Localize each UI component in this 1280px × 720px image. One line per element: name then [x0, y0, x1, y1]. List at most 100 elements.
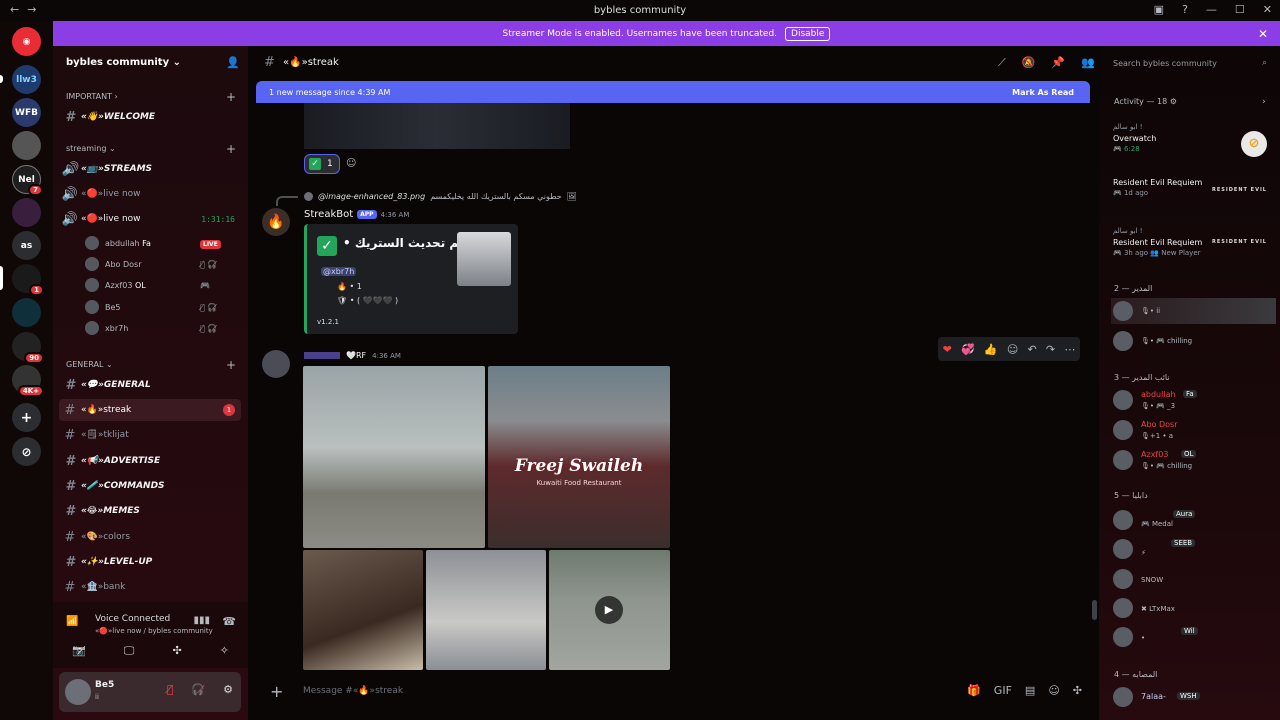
- photo-attachment[interactable]: [303, 366, 485, 548]
- member-item[interactable]: abdullah Fa 🎙• 🎮 _3: [1111, 387, 1276, 413]
- window-controls[interactable]: ▣ ? — ☐ ✕: [1154, 3, 1272, 16]
- server-icon[interactable]: [12, 131, 41, 160]
- heart-sparkle-icon[interactable]: 💞: [961, 343, 975, 356]
- channel-colors[interactable]: # «🎨»colors: [59, 526, 241, 548]
- member-item[interactable]: Wil •: [1111, 624, 1276, 650]
- member-item[interactable]: 🎙• ii: [1111, 298, 1276, 324]
- mute-icon[interactable]: 🎙̸: [167, 683, 174, 696]
- channel-live-now-active[interactable]: 🔊 «🔴»live now 1:31:16: [59, 208, 241, 230]
- new-messages-bar[interactable]: 1 new message since 4:39 AM Mark As Read: [256, 81, 1090, 103]
- discord-home-icon[interactable]: ◉: [12, 27, 41, 56]
- disconnect-icon[interactable]: ☎: [222, 615, 236, 628]
- maximize-icon[interactable]: ☐: [1235, 3, 1245, 16]
- photo-attachment[interactable]: [303, 550, 423, 670]
- channel-level-up[interactable]: # «✨»LEVEL-UP: [59, 551, 241, 573]
- inbox-icon[interactable]: ▣: [1154, 3, 1164, 16]
- soundboard-icon[interactable]: ✧: [220, 644, 229, 658]
- close-icon[interactable]: ✕: [1258, 27, 1268, 41]
- notifications-icon[interactable]: 🔕: [1022, 56, 1036, 70]
- pin-icon[interactable]: 📌: [1051, 56, 1065, 70]
- channel-tklijat[interactable]: # «🗒»tklijat: [59, 424, 241, 446]
- mention[interactable]: @xbr7h: [321, 267, 357, 276]
- reply-preview[interactable]: @image-enhanced_83.png حطوني مسكم بالستر…: [304, 192, 577, 201]
- voice-connected-subtitle[interactable]: «🔴»live now / bybles community: [95, 627, 213, 635]
- more-icon[interactable]: ⋯: [1064, 343, 1075, 356]
- emoji-icon[interactable]: ☺: [1048, 684, 1059, 697]
- threads-icon[interactable]: ⟋: [998, 56, 1006, 70]
- member-item[interactable]: Abo Dosr 🎙+1 • a: [1111, 417, 1276, 443]
- category-streaming[interactable]: streaming ⌄ +: [66, 142, 236, 156]
- embed-thumbnail[interactable]: [457, 232, 511, 286]
- forward-icon[interactable]: ↷: [1046, 343, 1055, 356]
- activity-card[interactable]: ابو سالم ! Resident Evil Requiem 🎮 3h ag…: [1113, 227, 1273, 257]
- server-icon[interactable]: 4K+: [12, 365, 44, 397]
- guild-name[interactable]: bybles community ⌄: [66, 57, 181, 68]
- member-item[interactable]: SNOW: [1111, 566, 1276, 592]
- member-item[interactable]: SEEB ⚡: [1111, 536, 1276, 562]
- channel-streak[interactable]: # «🔥»streak 1: [59, 399, 241, 421]
- bot-avatar[interactable]: 🔥: [262, 208, 290, 236]
- help-icon[interactable]: ?: [1182, 3, 1188, 16]
- channel-streams[interactable]: 🔊 «📺»STREAMS: [59, 158, 241, 180]
- voice-user[interactable]: Azxf03 OL 🎮: [85, 275, 210, 295]
- add-server-icon[interactable]: +: [12, 403, 41, 432]
- gift-icon[interactable]: 🎁: [967, 684, 981, 697]
- member-item[interactable]: 7alaa- WSH: [1111, 684, 1276, 710]
- server-icon[interactable]: [12, 298, 41, 327]
- play-icon[interactable]: ▶: [595, 596, 623, 624]
- member-item[interactable]: Aura 🎮 Medal: [1111, 507, 1276, 533]
- mark-as-read-button[interactable]: Mark As Read: [1012, 88, 1074, 97]
- server-icon[interactable]: [12, 198, 41, 227]
- member-list-icon[interactable]: 👥: [1081, 56, 1095, 70]
- settings-gear-icon[interactable]: ⚙: [223, 683, 233, 696]
- server-icon[interactable]: 90: [12, 332, 44, 364]
- scrollbar[interactable]: [1092, 600, 1097, 620]
- add-reaction-icon[interactable]: ☺: [346, 158, 356, 169]
- upload-plus-icon[interactable]: +: [270, 682, 283, 701]
- activity-card[interactable]: Resident Evil Requiem 🎮 1d ago RESIDENT …: [1113, 175, 1273, 197]
- channel-bank[interactable]: # «🏦»bank: [59, 576, 241, 598]
- category-important[interactable]: IMPORTANT › +: [66, 90, 236, 104]
- attachment-image[interactable]: [304, 103, 570, 149]
- apps-icon[interactable]: ✣: [1073, 684, 1082, 697]
- gif-icon[interactable]: GIF: [994, 684, 1012, 697]
- invite-icon[interactable]: 👤: [226, 56, 240, 69]
- channel-general[interactable]: # «💬»GENERAL: [59, 374, 241, 396]
- sticker-icon[interactable]: ▤: [1025, 684, 1035, 697]
- channel-advertise[interactable]: # «📢»ADVERTISE: [59, 450, 241, 472]
- activities-icon[interactable]: ✣: [172, 644, 181, 658]
- thumbs-up-icon[interactable]: 👍: [984, 343, 998, 356]
- server-icon[interactable]: llw3: [12, 65, 41, 94]
- server-icon[interactable]: as: [12, 231, 41, 260]
- disable-button[interactable]: Disable: [785, 26, 831, 41]
- video-attachment[interactable]: ▶: [549, 550, 670, 670]
- reply-icon[interactable]: ↶: [1028, 343, 1037, 356]
- channel-live-now[interactable]: 🔊 «🔴»live now: [59, 183, 241, 205]
- photo-attachment[interactable]: Freej Swaileh Kuwaiti Food Restaurant: [488, 366, 670, 548]
- voice-user[interactable]: Be5 🎙̸ 🎧̸: [85, 297, 217, 317]
- user-name[interactable]: Be5: [95, 680, 114, 690]
- minimize-icon[interactable]: —: [1206, 3, 1217, 16]
- reaction-checkmark[interactable]: ✓ 1: [304, 154, 340, 174]
- channel-memes[interactable]: # «😂»MEMES: [59, 500, 241, 522]
- voice-user[interactable]: abdullah Fa LIVE: [85, 233, 221, 253]
- photo-attachment[interactable]: [426, 550, 546, 670]
- heart-icon[interactable]: ❤: [943, 343, 952, 356]
- add-reaction-icon[interactable]: ☺: [1007, 343, 1018, 356]
- activity-card[interactable]: ابو سالم ! Overwatch 🎮 6:28 ⊘: [1113, 123, 1273, 157]
- screen-share-icon[interactable]: 🖵: [124, 644, 135, 658]
- avatar[interactable]: [65, 679, 91, 705]
- close-window-icon[interactable]: ✕: [1263, 3, 1272, 16]
- member-item[interactable]: Azxf03 OL 🎙• 🎮 chilling: [1111, 447, 1276, 473]
- category-general[interactable]: GENERAL ⌄ +: [66, 358, 236, 372]
- search-input[interactable]: Search bybles community ⌕: [1107, 54, 1273, 72]
- server-icon[interactable]: Nel 7: [12, 165, 43, 196]
- activity-header[interactable]: Activity — 18 ⚙ ›: [1114, 97, 1266, 107]
- server-icon[interactable]: WFB: [12, 98, 41, 127]
- channel-welcome[interactable]: # «👋»WELCOME: [59, 106, 241, 128]
- camera-off-icon[interactable]: 📷̸: [72, 644, 86, 658]
- message-input[interactable]: Message #«🔥»streak: [303, 686, 403, 696]
- deafen-icon[interactable]: 🎧̸: [191, 683, 205, 696]
- voice-user[interactable]: xbr7h 🎙̸ 🎧̸: [85, 318, 217, 338]
- server-icon[interactable]: 1: [12, 264, 44, 296]
